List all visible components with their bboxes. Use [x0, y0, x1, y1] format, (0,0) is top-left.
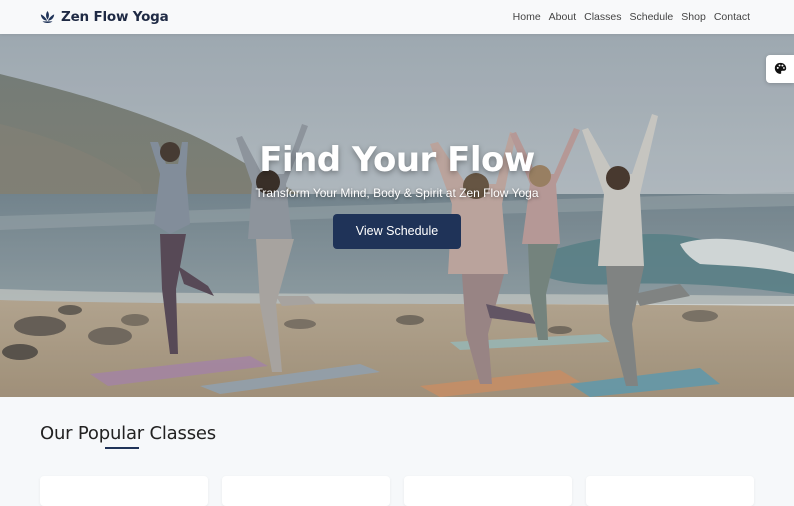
hero-section: Find Your Flow Transform Your Mind, Body…: [0, 34, 794, 397]
nav-links: Home About Classes Schedule Shop Contact: [513, 11, 750, 23]
class-card[interactable]: [222, 476, 390, 506]
class-card[interactable]: [586, 476, 754, 506]
hero-title: Find Your Flow: [259, 140, 535, 180]
hero-subtitle: Transform Your Mind, Body & Spirit at Ze…: [255, 186, 539, 200]
nav-link-shop[interactable]: Shop: [681, 11, 706, 23]
nav-link-home[interactable]: Home: [513, 11, 541, 23]
view-schedule-button[interactable]: View Schedule: [333, 214, 461, 249]
nav-link-schedule[interactable]: Schedule: [629, 11, 673, 23]
palette-icon: [774, 60, 787, 79]
popular-classes-section: Our Popular Classes: [0, 397, 794, 506]
brand-name: Zen Flow Yoga: [61, 9, 169, 25]
lotus-icon: [40, 11, 55, 23]
class-card[interactable]: [404, 476, 572, 506]
nav-link-classes[interactable]: Classes: [584, 11, 621, 23]
section-title: Our Popular Classes: [40, 423, 216, 444]
nav-link-about[interactable]: About: [549, 11, 576, 23]
class-card[interactable]: [40, 476, 208, 506]
brand-link[interactable]: Zen Flow Yoga: [40, 9, 169, 25]
section-underline: [105, 447, 139, 449]
navbar: Zen Flow Yoga Home About Classes Schedul…: [0, 0, 794, 34]
theme-toggle-button[interactable]: [766, 55, 794, 83]
nav-link-contact[interactable]: Contact: [714, 11, 750, 23]
hero-content: Find Your Flow Transform Your Mind, Body…: [0, 140, 794, 249]
